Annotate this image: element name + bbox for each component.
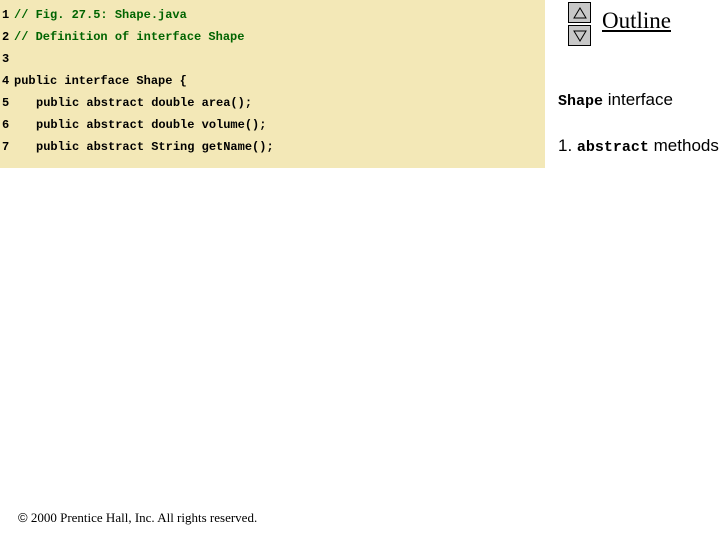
code-line: 1 // Fig. 27.5: Shape.java bbox=[0, 4, 545, 26]
code-line: 5 public abstract double area(); bbox=[0, 92, 545, 114]
note-mono: abstract bbox=[577, 139, 649, 156]
slide: 1 // Fig. 27.5: Shape.java 2 // Definiti… bbox=[0, 0, 720, 540]
code-text: public interface Shape { bbox=[14, 70, 187, 92]
triangle-down-icon bbox=[573, 30, 587, 42]
triangle-up-icon bbox=[573, 7, 587, 19]
note-text: interface bbox=[603, 90, 673, 109]
code-line: 2 // Definition of interface Shape bbox=[0, 26, 545, 48]
code-line: 6 public abstract double volume(); bbox=[0, 114, 545, 136]
outline-title: Outline bbox=[602, 8, 671, 34]
copyright-symbol: © bbox=[18, 510, 28, 525]
code-text: public abstract double area(); bbox=[14, 92, 252, 114]
code-text: public abstract String getName(); bbox=[14, 136, 274, 158]
line-number: 5 bbox=[0, 92, 14, 114]
line-number: 3 bbox=[0, 48, 14, 70]
code-line: 7 public abstract String getName(); bbox=[0, 136, 545, 158]
code-block: 1 // Fig. 27.5: Shape.java 2 // Definiti… bbox=[0, 0, 545, 168]
code-text: // Fig. 27.5: Shape.java bbox=[14, 4, 187, 26]
code-text: public abstract double volume(); bbox=[14, 114, 266, 136]
note-shape-interface: Shape interface bbox=[558, 90, 673, 110]
footer-text: 2000 Prentice Hall, Inc. All rights rese… bbox=[28, 510, 258, 525]
nav-down-button[interactable] bbox=[568, 25, 591, 46]
line-number: 1 bbox=[0, 4, 14, 26]
code-line: 3 bbox=[0, 48, 545, 70]
note-text: methods bbox=[649, 136, 719, 155]
line-number: 2 bbox=[0, 26, 14, 48]
code-text: // Definition of interface Shape bbox=[14, 26, 244, 48]
nav-buttons bbox=[568, 2, 591, 48]
note-abstract-methods: 1. abstract methods bbox=[558, 136, 719, 156]
line-number: 7 bbox=[0, 136, 14, 158]
line-number: 6 bbox=[0, 114, 14, 136]
line-number: 4 bbox=[0, 70, 14, 92]
nav-up-button[interactable] bbox=[568, 2, 591, 23]
note-prefix: 1. bbox=[558, 136, 577, 155]
footer-copyright: © 2000 Prentice Hall, Inc. All rights re… bbox=[18, 510, 257, 526]
note-mono: Shape bbox=[558, 93, 603, 110]
code-line: 4 public interface Shape { bbox=[0, 70, 545, 92]
